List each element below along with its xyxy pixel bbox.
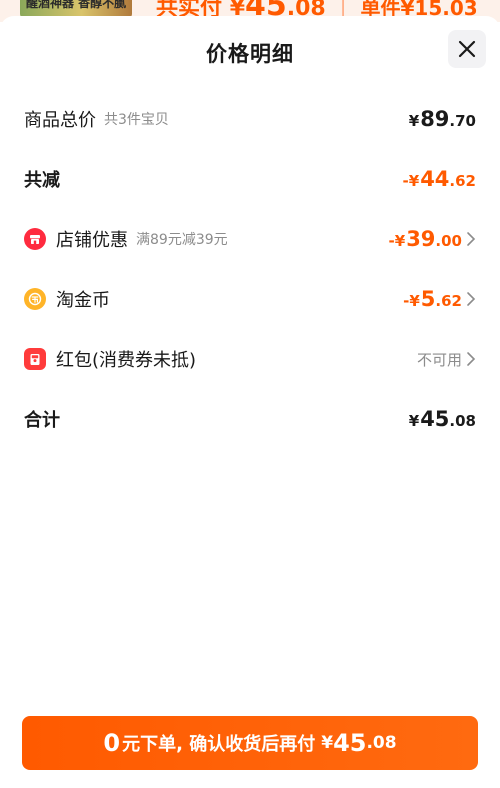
order-button-int: 45: [333, 729, 367, 757]
sum-label: 合计: [24, 410, 60, 431]
product-thumbnail-text: 醒酒神器 香醇不腻: [26, 0, 127, 10]
price-dec: .70: [449, 112, 476, 130]
goods-total-label: 商品总价: [24, 110, 96, 131]
price-detail-sheet: 价格明细 商品总价 共3件宝贝 ¥89.70 共减 -¥ 44.62 店铺优惠 …: [0, 16, 500, 788]
total-reduce-value: -¥ 44.62: [403, 167, 476, 191]
price-int: 45: [420, 407, 450, 431]
chevron-right-icon: [467, 232, 476, 246]
store-icon: [24, 228, 46, 250]
sheet-title: 价格明细: [206, 42, 294, 66]
sum-value: ¥45.08: [409, 407, 476, 431]
price-int: 89: [420, 107, 450, 131]
store-discount-value: -¥ 39.00: [389, 227, 476, 251]
store-discount-label: 店铺优惠: [56, 230, 128, 251]
coin-icon: [24, 288, 46, 310]
order-button-text: 元下单, 确认收货后再付: [122, 734, 316, 755]
close-button[interactable]: [448, 30, 486, 68]
price-int: 44: [420, 167, 450, 191]
price-int: 5: [420, 287, 436, 311]
chevron-right-icon: [467, 292, 476, 306]
row-goods-total: 商品总价 共3件宝贝 ¥89.70: [24, 99, 476, 139]
red-packet-icon: [24, 348, 46, 370]
price-dec: .62: [449, 172, 476, 190]
price-symbol: -¥: [402, 172, 420, 190]
order-button-dec: .08: [366, 733, 397, 753]
goods-total-value: ¥89.70: [409, 107, 476, 131]
row-taojinbi[interactable]: 淘金币 -¥ 5.62: [24, 279, 476, 319]
total-reduce-label: 共减: [24, 170, 60, 191]
price-symbol: ¥: [408, 112, 420, 130]
price-symbol: ¥: [408, 412, 420, 430]
store-discount-rule: 满89元减39元: [136, 232, 228, 248]
goods-count: 共3件宝贝: [104, 112, 169, 128]
price-int: 39: [406, 227, 436, 251]
order-button[interactable]: 0 元下单, 确认收货后再付 ¥45.08: [22, 716, 478, 770]
red-packet-value: 不可用: [417, 349, 476, 370]
taojinbi-label: 淘金币: [56, 290, 110, 311]
order-button-symbol: ¥: [321, 733, 334, 753]
row-total-reduce: 共减 -¥ 44.62: [24, 159, 476, 199]
chevron-right-icon: [467, 352, 476, 366]
row-store-discount[interactable]: 店铺优惠 满89元减39元 -¥ 39.00: [24, 219, 476, 259]
red-packet-status: 不可用: [416, 350, 462, 369]
close-icon: [458, 40, 476, 58]
row-sum: 合计 ¥45.08: [24, 399, 476, 439]
price-dec: .00: [435, 232, 462, 250]
price-dec: .62: [435, 292, 462, 310]
order-button-zero: 0: [103, 729, 121, 757]
price-symbol: -¥: [388, 232, 406, 250]
row-red-packet[interactable]: 红包(消费券未抵) 不可用: [24, 339, 476, 379]
price-symbol: -¥: [403, 292, 420, 310]
price-dec: .08: [449, 412, 476, 430]
taojinbi-value: -¥ 5.62: [403, 287, 476, 311]
red-packet-label: 红包(消费券未抵): [56, 350, 197, 371]
